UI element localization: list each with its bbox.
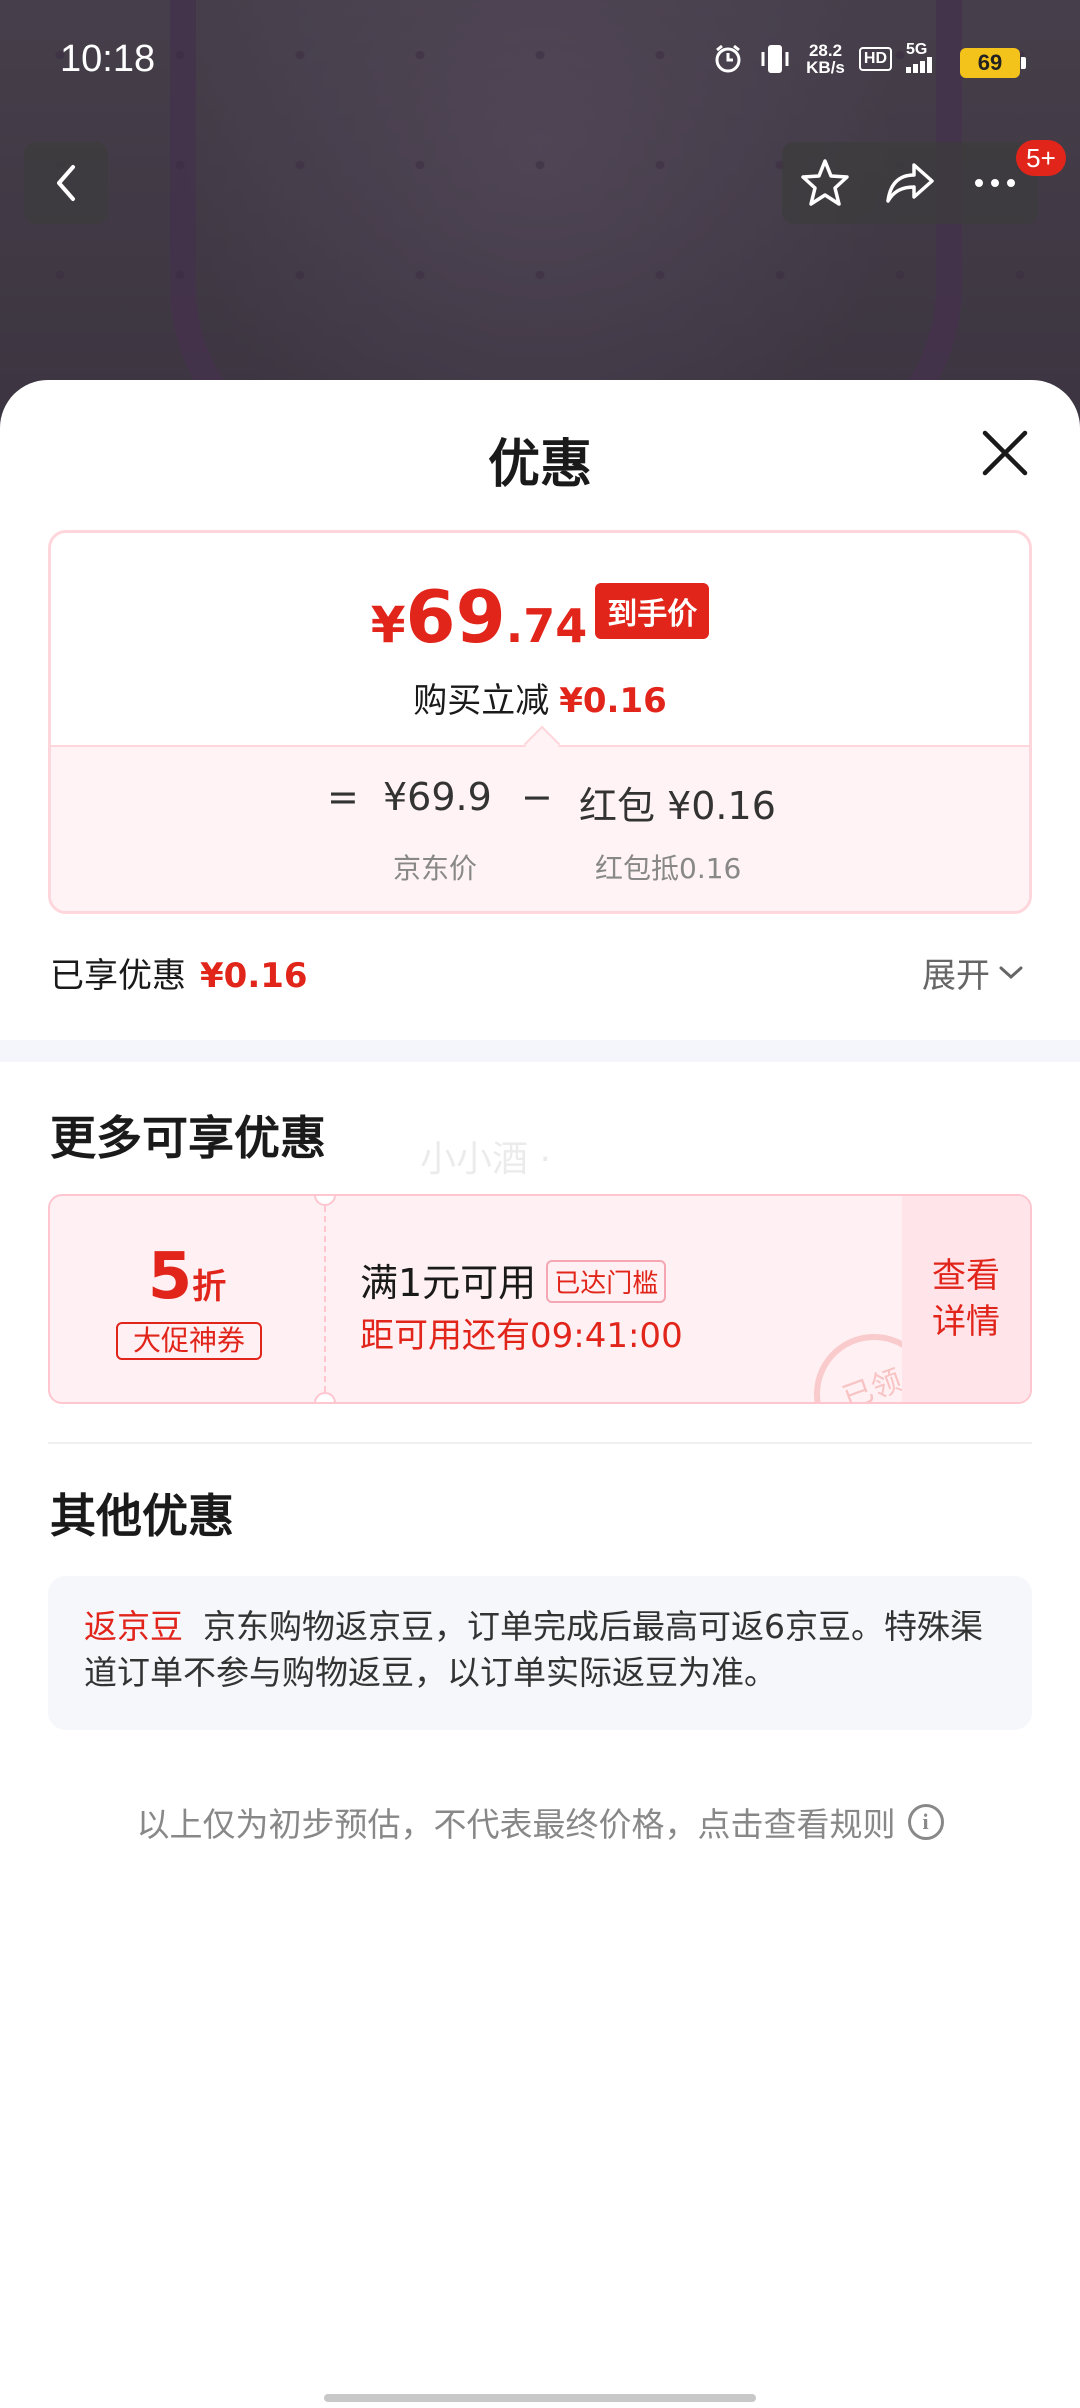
price-integer: 69 <box>405 575 506 659</box>
star-icon[interactable] <box>797 155 853 211</box>
signal-5g: 5G <box>906 40 940 76</box>
chevron-down-icon <box>999 966 1023 979</box>
coupon-separator <box>324 1196 326 1402</box>
jd-price-value: ¥69.9 <box>383 775 492 819</box>
nav-action-group <box>782 142 1038 224</box>
signal-bars-icon <box>906 56 932 73</box>
status-time: 10:18 <box>60 38 156 80</box>
hongbao-value: 红包 ¥0.16 <box>579 784 776 828</box>
final-price-section: ¥69.74 到手价 购买立减 ¥0.16 <box>51 533 1029 745</box>
chevron-left-icon <box>57 165 75 201</box>
view-details-label: 查看详情 <box>932 1256 1000 1342</box>
coupon-countdown: 距可用还有09:41:00 <box>360 1316 683 1356</box>
coupon-condition-text: 满1元可用 <box>360 1261 537 1305</box>
message-count-badge: 5+ <box>1016 140 1066 176</box>
enjoyed-discount: 已享优惠 ¥0.16 <box>50 948 308 997</box>
more-icon[interactable] <box>967 155 1023 211</box>
vibrate-icon <box>761 45 789 73</box>
network-speed-value: 28.2 <box>808 41 843 60</box>
coupon-card[interactable]: 5折 大促神券 满1元可用 已达门槛 距可用还有09:41:00 已领 查看详情 <box>48 1194 1032 1404</box>
final-price-tag: 到手价 <box>595 583 710 639</box>
coupon-discount-number: 5 <box>147 1240 193 1314</box>
share-icon[interactable] <box>882 155 938 211</box>
price-rules-link[interactable]: 以上仅为初步预估，不代表最终价格，点击查看规则 i <box>0 1798 1080 1846</box>
coupon-discount: 5折 <box>50 1240 324 1314</box>
price-breakdown: = ¥69.9 − 红包 ¥0.16 京东价 红包抵0.16 <box>51 745 1029 911</box>
formula-equals: = <box>327 775 359 819</box>
network-type: 5G <box>906 40 928 58</box>
more-discounts-title: 更多可享优惠 <box>50 1111 326 1165</box>
divider-line <box>48 1442 1032 1444</box>
coupon-condition: 满1元可用 已达门槛 <box>360 1252 667 1307</box>
coupon-discount-unit: 折 <box>192 1267 227 1307</box>
price-decimal: .74 <box>505 599 588 653</box>
coupon-type-badge: 大促神券 <box>116 1322 262 1360</box>
jingdou-description: 京东购物返京豆，订单完成后最高可返6京豆。特殊渠道订单不参与购物返豆，以订单实际… <box>84 1607 983 1692</box>
close-icon[interactable] <box>980 428 1030 478</box>
threshold-reached-badge: 已达门槛 <box>546 1260 667 1303</box>
discount-sheet: 优惠 ¥69.74 到手价 购买立减 ¥0.16 = ¥69.9 − 红包 ¥0.1… <box>0 380 1080 2408</box>
enjoyed-discount-label: 已享优惠 <box>50 956 186 996</box>
view-details-button[interactable]: 查看详情 <box>902 1196 1030 1402</box>
price-card: ¥69.74 到手价 购买立减 ¥0.16 = ¥69.9 − 红包 ¥0.16 京… <box>48 530 1032 914</box>
back-button[interactable] <box>24 142 108 224</box>
expand-label: 展开 <box>922 956 990 996</box>
price-formula: = ¥69.9 − 红包 ¥0.16 <box>51 775 1029 835</box>
watermark: 小小酒 · <box>420 1139 551 1180</box>
home-indicator[interactable] <box>324 2394 756 2402</box>
network-speed: 28.2 KB/s <box>806 42 845 76</box>
hd-badge: HD <box>858 47 892 71</box>
coupon-value-area: 5折 大促神券 <box>50 1196 324 1402</box>
jingdou-info-box: 返京豆 京东购物返京豆，订单完成后最高可返6京豆。特殊渠道订单不参与购物返豆，以订… <box>48 1576 1032 1730</box>
other-discounts-title: 其他优惠 <box>50 1489 234 1543</box>
instant-reduction: 购买立减 ¥0.16 <box>51 673 1029 722</box>
alarm-icon <box>715 44 741 73</box>
sheet-title: 优惠 <box>487 435 592 495</box>
final-price: ¥69.74 到手价 <box>51 575 1029 659</box>
formula-minus: − <box>521 775 553 819</box>
status-icons: 28.2 KB/s HD 5G <box>712 40 940 76</box>
battery-indicator: 69 <box>960 48 1026 78</box>
section-divider <box>0 1040 1080 1062</box>
jingdou-tag: 返京豆 <box>84 1607 183 1646</box>
network-speed-unit: KB/s <box>806 58 845 77</box>
footnote-text: 以上仅为初步预估，不代表最终价格，点击查看规则 <box>136 1805 896 1844</box>
coupon-notch-bottom <box>314 1392 336 1402</box>
enjoyed-discount-value: ¥0.16 <box>200 956 308 996</box>
expand-button[interactable]: 展开 <box>922 948 1024 997</box>
instant-reduction-label: 购买立减 <box>413 681 550 721</box>
jd-price-label: 京东价 <box>393 852 478 885</box>
info-icon: i <box>907 1804 944 1840</box>
instant-reduction-value: ¥0.16 <box>559 681 667 721</box>
status-bar: 10:18 28.2 KB/s HD 5G 69 <box>0 0 1080 120</box>
hongbao-label: 红包抵0.16 <box>595 852 742 885</box>
currency-symbol: ¥ <box>370 596 406 654</box>
